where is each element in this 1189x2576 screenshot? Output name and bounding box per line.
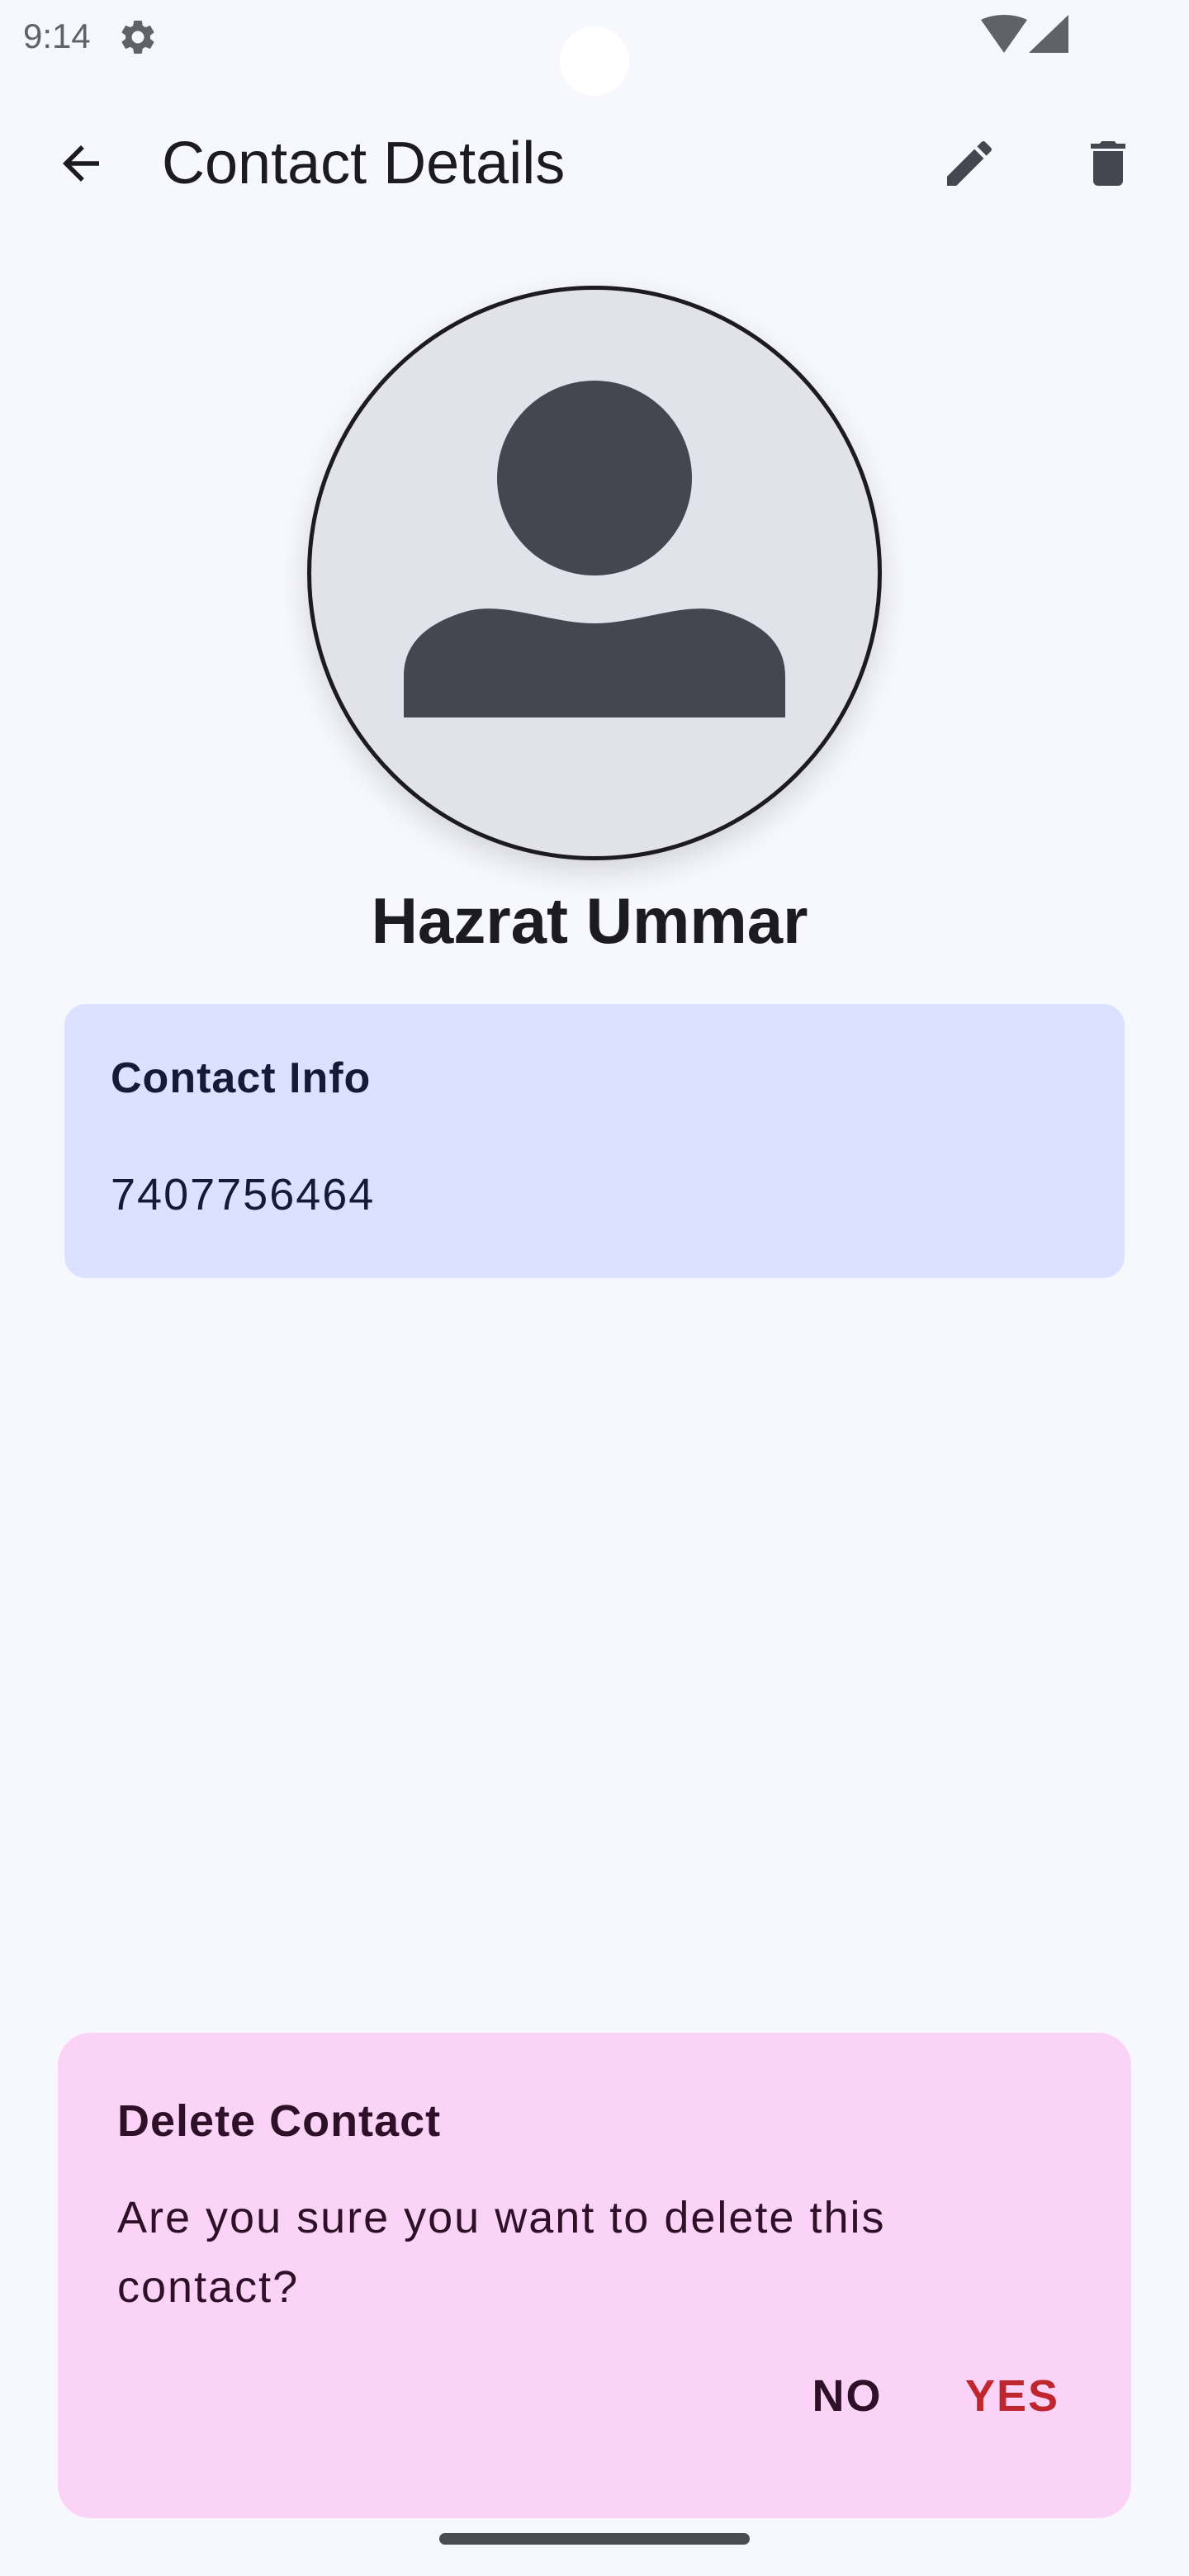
status-time: 9:14 — [23, 17, 91, 55]
avatar — [307, 286, 882, 860]
contact-info-heading: Contact Info — [111, 1054, 372, 1102]
contact-details-screen: 9:14 Contact Details Hazrat Ummar Contac… — [0, 0, 1189, 2576]
delete-contact-dialog: Delete Contact Are you sure you want to … — [58, 2033, 1131, 2518]
dialog-title: Delete Contact — [117, 2096, 442, 2146]
yes-button[interactable]: YES — [946, 2355, 1078, 2437]
page-title: Contact Details — [162, 130, 566, 197]
trash-icon — [1091, 141, 1125, 186]
phone-number[interactable]: 7407756464 — [111, 1169, 375, 1220]
no-button[interactable]: NO — [789, 2355, 905, 2437]
contact-info-card: Contact Info 7407756464 — [64, 1004, 1125, 1278]
gear-icon — [121, 20, 154, 54]
camera-cutout — [560, 26, 629, 96]
edit-button[interactable] — [930, 124, 1009, 203]
wifi-icon — [981, 15, 1027, 53]
delete-button[interactable] — [1068, 124, 1148, 203]
signal-icon — [1029, 15, 1068, 53]
pencil-icon — [947, 140, 992, 186]
dialog-message: Are you sure you want to delete this con… — [117, 2193, 886, 2312]
back-button[interactable] — [41, 124, 121, 203]
person-icon — [404, 381, 785, 717]
contact-name: Hazrat Ummar — [371, 884, 808, 957]
home-indicator[interactable] — [439, 2533, 750, 2545]
arrow-back-icon — [63, 145, 99, 182]
